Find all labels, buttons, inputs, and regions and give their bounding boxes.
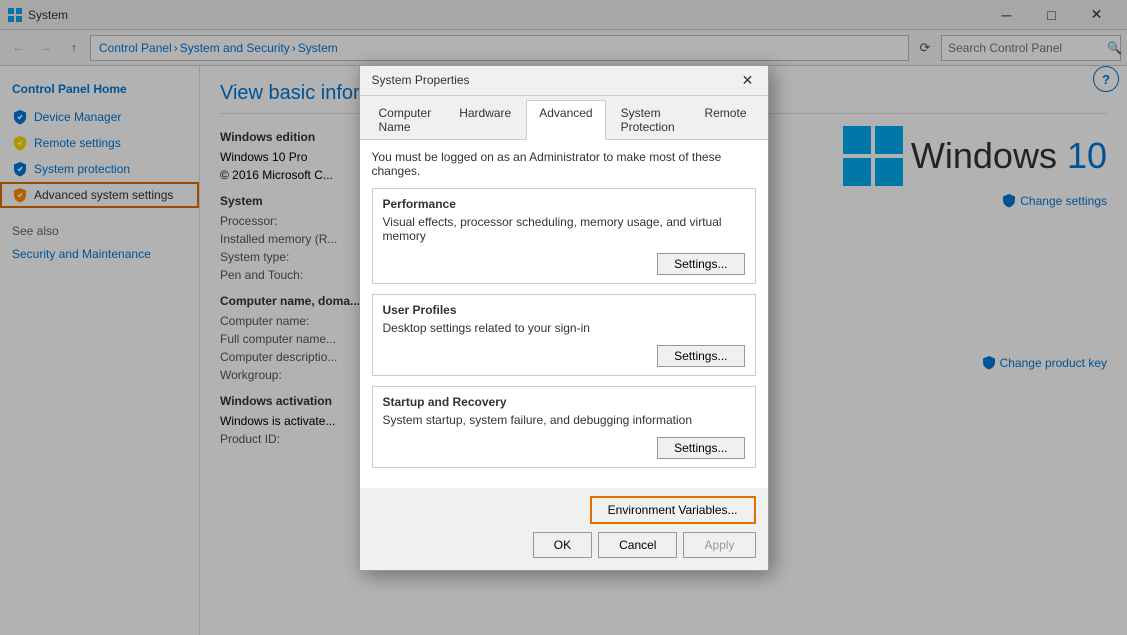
modal-title-bar: System Properties ✕ <box>360 66 768 96</box>
tab-remote[interactable]: Remote <box>691 100 759 139</box>
admin-note: You must be logged on as an Administrato… <box>372 150 756 178</box>
startup-recovery-section: Startup and Recovery System startup, sys… <box>372 386 756 468</box>
tab-computer-name[interactable]: Computer Name <box>366 100 445 139</box>
modal-title: System Properties <box>372 73 470 87</box>
modal-tabs: Computer Name Hardware Advanced System P… <box>360 96 768 140</box>
modal-bottom-buttons: OK Cancel Apply <box>372 532 756 558</box>
performance-section: Performance Visual effects, processor sc… <box>372 188 756 284</box>
system-properties-dialog: System Properties ✕ Computer Name Hardwa… <box>359 65 769 571</box>
tab-system-protection[interactable]: System Protection <box>608 100 690 139</box>
modal-ok-button[interactable]: OK <box>533 532 592 558</box>
user-profiles-desc: Desktop settings related to your sign-in <box>383 321 745 335</box>
tab-hardware[interactable]: Hardware <box>446 100 524 139</box>
modal-close-button[interactable]: ✕ <box>736 68 760 92</box>
modal-footer: Environment Variables... OK Cancel Apply <box>360 488 768 570</box>
user-profiles-title: User Profiles <box>383 303 745 317</box>
performance-desc: Visual effects, processor scheduling, me… <box>383 215 745 243</box>
modal-overlay: System Properties ✕ Computer Name Hardwa… <box>0 0 1127 635</box>
modal-content: You must be logged on as an Administrato… <box>360 140 768 488</box>
startup-recovery-title: Startup and Recovery <box>383 395 745 409</box>
startup-recovery-desc: System startup, system failure, and debu… <box>383 413 745 427</box>
user-profiles-section: User Profiles Desktop settings related t… <box>372 294 756 376</box>
startup-recovery-settings-button[interactable]: Settings... <box>657 437 744 459</box>
performance-title: Performance <box>383 197 745 211</box>
modal-apply-button: Apply <box>683 532 755 558</box>
modal-cancel-button[interactable]: Cancel <box>598 532 677 558</box>
user-profiles-settings-button[interactable]: Settings... <box>657 345 744 367</box>
performance-settings-button[interactable]: Settings... <box>657 253 744 275</box>
environment-variables-button[interactable]: Environment Variables... <box>590 496 756 524</box>
tab-advanced[interactable]: Advanced <box>526 100 605 140</box>
